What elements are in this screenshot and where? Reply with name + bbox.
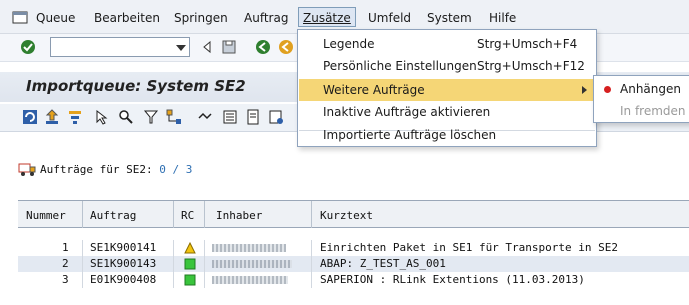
owner-redacted [212,260,292,268]
owner-redacted [212,276,288,284]
sort-icon[interactable] [67,109,83,125]
cell-nummer: 3 [62,273,69,286]
table-row[interactable]: 3 E01K900408 SAPERION : RLink Extentions… [18,272,689,288]
cell-kurztext: ABAP: Z_TEST_AS_001 [320,257,446,270]
menu-queue[interactable]: Queue [36,8,75,28]
table-row[interactable]: 1 SE1K900141 Einrichten Paket in SE1 für… [18,240,689,256]
check-connection-icon[interactable] [198,109,214,125]
import-icon[interactable] [44,109,60,125]
menu-item-persoenliche-einstellungen[interactable]: Persönliche Einstellungen Strg+Umsch+F12 [299,55,595,77]
chevron-right-icon [582,86,587,94]
weitere-auftraege-submenu: Anhängen In fremden Gr [593,75,689,123]
document-icon[interactable] [245,109,261,125]
refresh-icon[interactable] [22,109,38,125]
header-kurztext[interactable]: Kurztext [320,209,373,222]
warning-triangle-icon [184,242,196,254]
cell-nummer: 1 [62,241,69,254]
table-row[interactable]: 2 SE1K900143 ABAP: Z_TEST_AS_001 [18,256,689,272]
menu-zusaetze[interactable]: Zusätze [298,7,356,27]
back-icon[interactable] [255,39,271,55]
header-rc[interactable]: RC [181,209,194,222]
filter-icon[interactable] [143,109,159,125]
cell-auftrag: SE1K900143 [90,257,157,270]
cell-auftrag: E01K900408 [90,273,157,286]
queue-count: 0 / 3 [159,163,193,176]
queue-label: Aufträge für SE2: [40,163,153,176]
zoom-icon[interactable] [118,109,134,125]
enter-check-icon[interactable] [20,39,36,55]
log-icon[interactable] [268,109,284,125]
select-icon[interactable] [94,109,110,125]
menu-bearbeiten[interactable]: Bearbeiten [94,8,160,28]
system-menu-icon[interactable] [12,9,28,25]
owner-redacted [212,244,286,252]
chevron-left-icon[interactable] [199,39,215,55]
cell-kurztext: SAPERION : RLink Extentions (11.03.2013) [320,273,585,286]
header-auftrag[interactable]: Auftrag [90,209,136,222]
menu-auftrag[interactable]: Auftrag [244,8,288,28]
menu-hilfe[interactable]: Hilfe [489,8,516,28]
exit-icon[interactable] [278,39,294,55]
tree-icon[interactable] [166,109,182,125]
cell-kurztext: Einrichten Paket in SE1 für Transporte i… [320,241,619,254]
header-inhaber[interactable]: Inhaber [216,209,262,222]
submenu-item-anhaengen[interactable]: Anhängen [594,78,689,100]
list-icon[interactable] [222,109,238,125]
menu-item-weitere-auftraege[interactable]: Weitere Aufträge [299,79,595,101]
bullet-icon [604,86,611,93]
cell-nummer: 2 [62,257,69,270]
save-icon[interactable] [221,39,237,55]
menu-item-inaktive-auftraege-aktivieren[interactable]: Inaktive Aufträge aktivieren [299,101,595,123]
menu-item-legende[interactable]: Legende Strg+Umsch+F4 [299,33,595,55]
menu-item-importierte-auftraege-loeschen[interactable]: Importierte Aufträge löschen [299,124,595,146]
cell-auftrag: SE1K900141 [90,241,157,254]
menu-umfeld[interactable]: Umfeld [368,8,411,28]
table-header: Nummer Auftrag RC Inhaber Kurztext [18,200,689,228]
menu-springen[interactable]: Springen [174,8,228,28]
menu-system[interactable]: System [427,8,472,28]
zusaetze-dropdown-menu: Legende Strg+Umsch+F4 Persönliche Einste… [297,29,597,147]
command-field[interactable] [50,37,190,57]
status-ok-icon [184,274,196,286]
chevron-down-icon[interactable] [176,45,186,51]
truck-icon [18,163,36,176]
submenu-item-in-fremden-gruppe: In fremden Gr [620,104,689,118]
header-nummer[interactable]: Nummer [26,209,66,222]
page-title: Importqueue: System SE2 [26,77,246,95]
status-ok-icon [184,258,196,270]
